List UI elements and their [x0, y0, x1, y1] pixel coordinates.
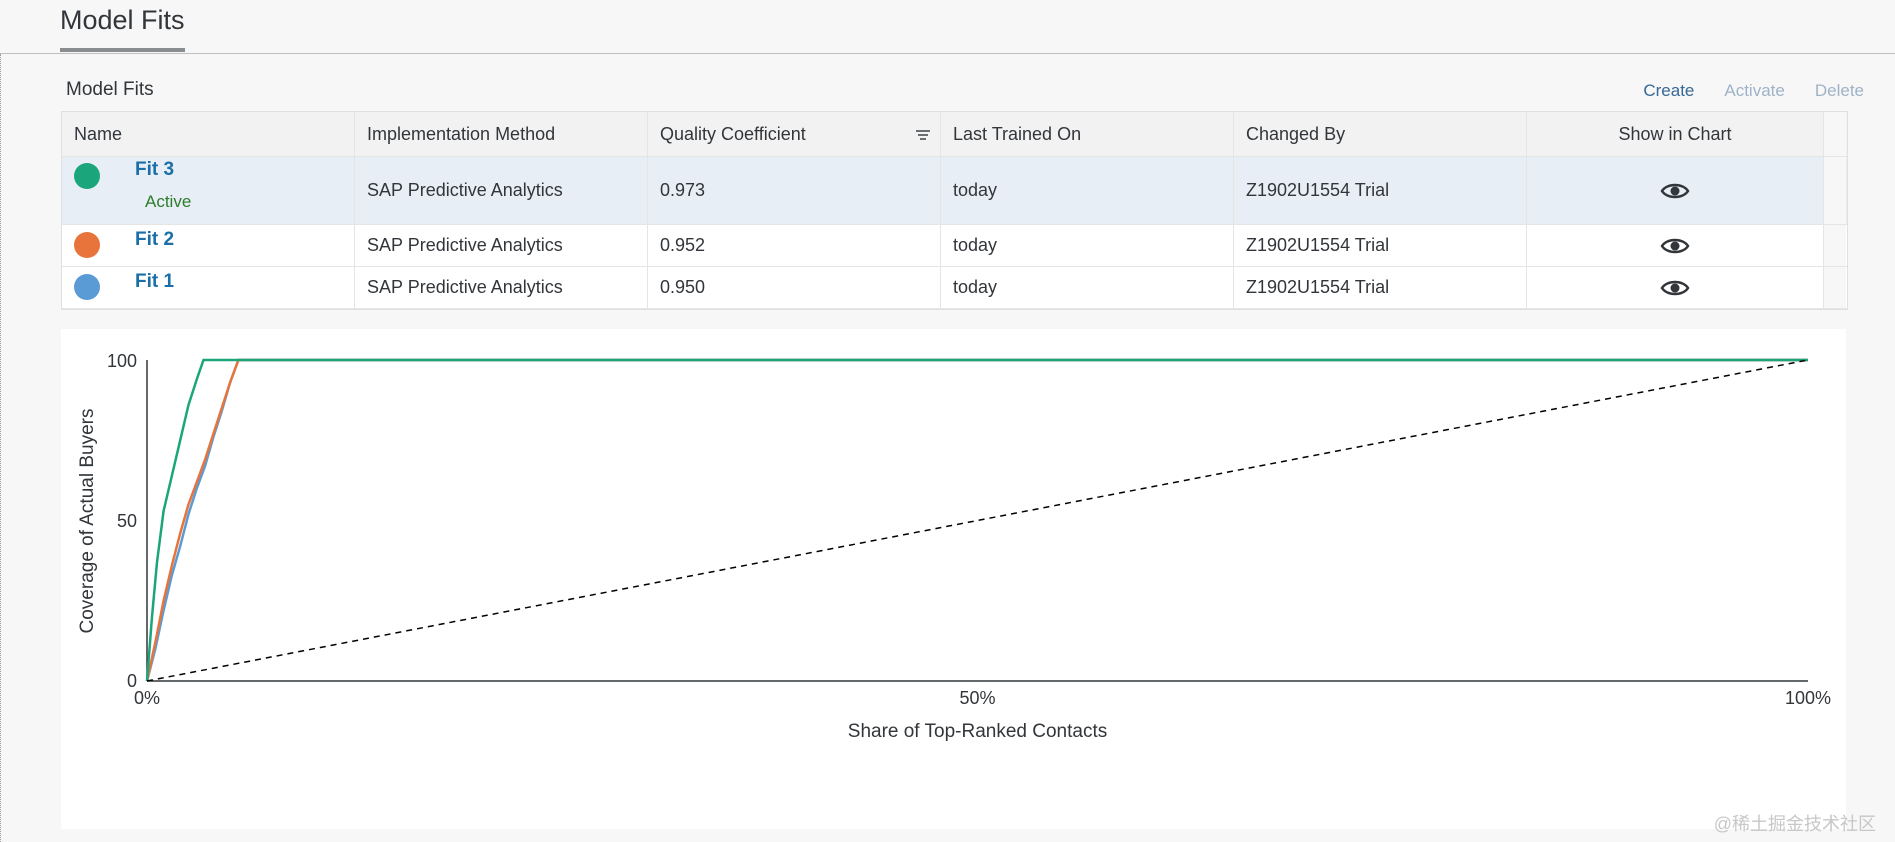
series-color-dot	[74, 232, 100, 258]
show-in-chart-cell	[1527, 157, 1824, 224]
changed-by-cell: Z1902U1554 Trial	[1234, 157, 1527, 224]
y-tick-label: 50	[117, 511, 137, 531]
method-cell: SAP Predictive Analytics	[355, 157, 648, 224]
table-header-row: Name Implementation Method Quality Coeff…	[62, 112, 1847, 157]
fit-name-link[interactable]: Fit 3	[135, 159, 174, 181]
random-baseline-line	[146, 359, 1809, 682]
x-tick-label: 50%	[959, 688, 995, 708]
model-fits-table: Name Implementation Method Quality Coeff…	[61, 111, 1848, 310]
scrollbar-gutter	[1824, 267, 1846, 308]
table-row[interactable]: Fit 2 SAP Predictive Analytics 0.952 tod…	[62, 225, 1847, 267]
y-tick-label: 100	[107, 351, 137, 371]
col-header-name[interactable]: Name	[62, 112, 355, 156]
create-button[interactable]: Create	[1643, 81, 1694, 101]
x-tick-label: 0%	[134, 688, 160, 708]
show-in-chart-cell	[1527, 225, 1824, 266]
toolbar: Create Activate Delete	[1643, 81, 1864, 101]
fit-name-link[interactable]: Fit 1	[135, 271, 174, 293]
panel-title: Model Fits	[66, 79, 154, 100]
quality-cell: 0.973	[648, 157, 941, 224]
changed-by-cell: Z1902U1554 Trial	[1234, 225, 1527, 266]
page-header: Model Fits	[0, 0, 1895, 54]
activate-button[interactable]: Activate	[1724, 81, 1784, 101]
scrollbar-gutter	[1824, 112, 1846, 156]
x-axis-title: Share of Top-Ranked Contacts	[848, 721, 1107, 742]
content-area: Model Fits Create Activate Delete Name I…	[0, 54, 1895, 842]
chart-svg: 0% 50% 100% 0 50 100 Share of Top-Ranked…	[77, 351, 1831, 742]
y-axis-title: Coverage of Actual Buyers	[77, 409, 98, 634]
page-tab-title[interactable]: Model Fits	[60, 5, 185, 36]
series-color-dot	[74, 274, 100, 300]
quality-cell: 0.952	[648, 225, 941, 266]
y-tick-label: 0	[127, 671, 137, 691]
watermark: @稀土掘金技术社区	[1713, 814, 1876, 834]
trained-cell: today	[941, 225, 1234, 266]
quality-cell: 0.950	[648, 267, 941, 308]
eye-icon[interactable]	[1660, 277, 1690, 299]
show-in-chart-cell	[1527, 267, 1824, 308]
col-header-quality[interactable]: Quality Coefficient	[648, 112, 941, 156]
trained-cell: today	[941, 267, 1234, 308]
scrollbar-gutter	[1824, 157, 1846, 224]
trained-cell: today	[941, 157, 1234, 224]
col-header-changed-by[interactable]: Changed By	[1234, 112, 1527, 156]
table-row[interactable]: Fit 1 SAP Predictive Analytics 0.950 tod…	[62, 267, 1847, 309]
sort-icon	[916, 128, 930, 142]
series-color-dot	[74, 163, 100, 189]
changed-by-cell: Z1902U1554 Trial	[1234, 267, 1527, 308]
eye-icon[interactable]	[1660, 180, 1690, 202]
x-tick-label: 100%	[1785, 688, 1831, 708]
tab-underline	[60, 48, 185, 52]
delete-button[interactable]: Delete	[1815, 81, 1864, 101]
name-cell: Fit 2	[62, 225, 355, 266]
col-header-quality-label: Quality Coefficient	[660, 123, 806, 144]
fit-name-link[interactable]: Fit 2	[135, 229, 174, 251]
method-cell: SAP Predictive Analytics	[355, 267, 648, 308]
lift-chart: 0% 50% 100% 0 50 100 Share of Top-Ranked…	[61, 329, 1846, 829]
scrollbar-gutter	[1824, 225, 1846, 266]
method-cell: SAP Predictive Analytics	[355, 225, 648, 266]
col-header-trained[interactable]: Last Trained On	[941, 112, 1234, 156]
col-header-show-in-chart[interactable]: Show in Chart	[1527, 112, 1824, 156]
table-row[interactable]: Fit 3 Active SAP Predictive Analytics 0.…	[62, 157, 1847, 225]
fit-status: Active	[145, 192, 192, 211]
name-cell: Fit 1	[62, 267, 355, 308]
eye-icon[interactable]	[1660, 235, 1690, 257]
name-cell: Fit 3 Active	[62, 157, 355, 224]
col-header-method[interactable]: Implementation Method	[355, 112, 648, 156]
